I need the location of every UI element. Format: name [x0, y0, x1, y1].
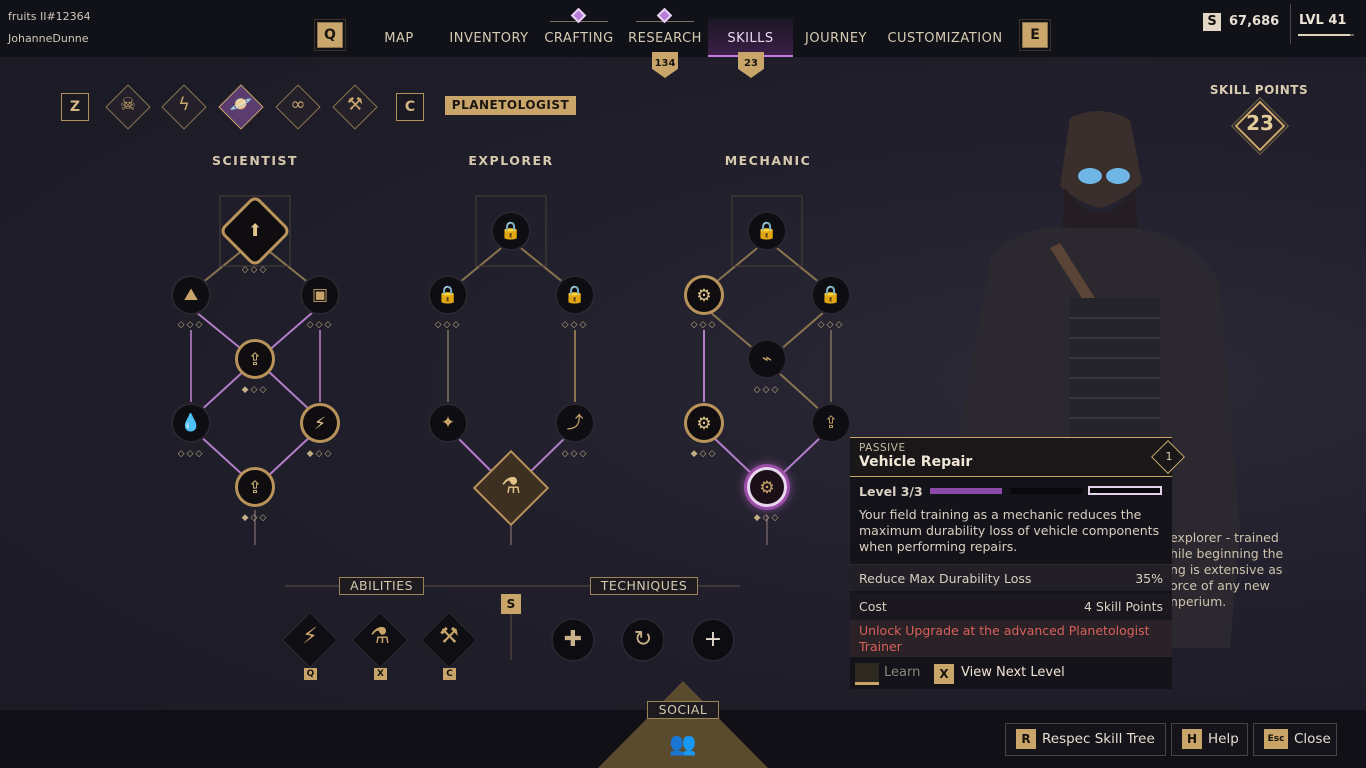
node-dots: ◆◇◇: [753, 513, 781, 523]
technique-add-icon[interactable]: +: [691, 618, 735, 662]
help-label: Help: [1208, 731, 1239, 747]
level-bar-3: [1088, 486, 1162, 495]
respec-label: Respec Skill Tree: [1042, 731, 1155, 747]
scientist-node-crate[interactable]: ▣: [300, 275, 340, 315]
close-label: Close: [1294, 731, 1331, 747]
skill-points-label: SKILL POINTS: [1209, 83, 1309, 97]
node-dots: ◆◇◇: [690, 449, 718, 459]
description-line: nperium.: [1170, 594, 1227, 609]
ability-1-icon: ⚡: [302, 624, 318, 649]
tooltip-description: Your field training as a mechanic reduce…: [859, 507, 1160, 554]
description-line: ng is extensive as: [1170, 562, 1283, 577]
tooltip-warning: Unlock Upgrade at the advanced Planetolo…: [850, 620, 1172, 657]
skill-tooltip: PASSIVE Vehicle Repair 1 Level 3/3 Your …: [850, 437, 1185, 689]
node-dots: ◇◇◇: [817, 320, 845, 330]
explorer-node-compass[interactable]: ✦: [428, 403, 468, 443]
ability-3-icon: ⚒: [439, 624, 459, 649]
description-line: hile beginning the: [1170, 546, 1284, 561]
scientist-root-dots: ◇◇◇: [241, 265, 269, 275]
vehicle-repair-node[interactable]: ⚙: [747, 467, 787, 507]
technique-heal-icon[interactable]: ✚: [551, 618, 595, 662]
ability-1-key: Q: [304, 668, 317, 680]
explorer-node-locked-right[interactable]: 🔒: [555, 275, 595, 315]
mechanic-root-node[interactable]: 🔒: [747, 211, 787, 251]
learn-button[interactable]: Learn: [884, 665, 920, 680]
tooltip-type: PASSIVE: [859, 442, 906, 454]
learn-key-icon: [855, 663, 879, 685]
social-label: SOCIAL: [647, 701, 719, 719]
node-dots: ◇◇◇: [561, 320, 589, 330]
skill-points-value: 23: [1246, 111, 1274, 135]
mechanic-node-signal[interactable]: ⌁: [747, 339, 787, 379]
mechanic-node-gear[interactable]: ⚙: [684, 403, 724, 443]
view-next-level-button[interactable]: View Next Level: [961, 665, 1065, 680]
level-bar-1: [930, 488, 1002, 494]
node-dots: ◇◇◇: [177, 449, 205, 459]
mechanic-node-tools[interactable]: ⚙: [684, 275, 724, 315]
ability-2-key: X: [374, 668, 387, 680]
node-dots: ◇◇◇: [690, 320, 718, 330]
close-button[interactable]: Esc Close: [1253, 723, 1337, 756]
tooltip-cost-row: Cost 4 Skill Points: [850, 593, 1172, 620]
description-line: explorer - trained: [1170, 530, 1279, 545]
node-dots: ◇◇◇: [177, 320, 205, 330]
tooltip-title: Vehicle Repair: [859, 454, 973, 470]
specialization-description: explorer - trained hile beginning the ng…: [1170, 530, 1288, 610]
cost-value: 4 Skill Points: [1083, 599, 1163, 614]
stat-label: Reduce Max Durability Loss: [859, 571, 1032, 586]
cost-label: Cost: [859, 599, 887, 614]
social-icon: 👥: [669, 732, 697, 757]
scientist-node-upgrade[interactable]: ⇪: [235, 339, 275, 379]
help-key: H: [1182, 729, 1202, 749]
scientist-node-water[interactable]: 💧: [171, 403, 211, 443]
explorer-node-climb[interactable]: ⤴: [555, 403, 595, 443]
scientist-node-boost[interactable]: ⇪: [235, 467, 275, 507]
node-dots: ◆◇◇: [306, 449, 334, 459]
node-dots: ◇◇◇: [561, 449, 589, 459]
explorer-node-locked-left[interactable]: 🔒: [428, 275, 468, 315]
stat-value: 35%: [1135, 571, 1163, 586]
mechanic-node-upgrade[interactable]: ⇪: [811, 403, 851, 443]
capstone-icon: ⚗: [501, 474, 521, 499]
ability-2-icon: ⚗: [370, 624, 390, 649]
respec-key: R: [1016, 729, 1036, 749]
scientist-node-energy[interactable]: ⚡: [300, 403, 340, 443]
node-dots: ◆◇◇: [241, 385, 269, 395]
ability-3-key: C: [443, 668, 456, 680]
description-line: orce of any new: [1170, 578, 1270, 593]
node-dots: ◆◇◇: [241, 513, 269, 523]
tooltip-body: Level 3/3 Your field training as a mecha…: [850, 477, 1172, 689]
close-key: Esc: [1264, 729, 1288, 749]
tooltip-header: PASSIVE Vehicle Repair 1: [850, 437, 1185, 477]
node-dots: ◇◇◇: [753, 385, 781, 395]
tooltip-tier: 1: [1165, 450, 1173, 463]
level-text: Level 3/3: [859, 484, 923, 499]
technique-cycle-icon[interactable]: ↻: [621, 618, 665, 662]
scientist-node-terrain[interactable]: ⛰: [171, 275, 211, 315]
tooltip-stat-row: Reduce Max Durability Loss 35%: [850, 564, 1172, 591]
node-dots: ◇◇◇: [306, 320, 334, 330]
mechanic-node-locked[interactable]: 🔒: [811, 275, 851, 315]
abilities-toggle-key[interactable]: S: [501, 594, 521, 614]
abilities-label: ABILITIES: [339, 577, 424, 595]
respec-skill-tree-button[interactable]: R Respec Skill Tree: [1005, 723, 1166, 756]
view-next-key: X: [934, 664, 954, 684]
explorer-root-node[interactable]: 🔒: [491, 211, 531, 251]
node-dots: ◇◇◇: [434, 320, 462, 330]
level-bar-2: [1010, 488, 1082, 494]
help-button[interactable]: H Help: [1171, 723, 1248, 756]
techniques-label: TECHNIQUES: [590, 577, 698, 595]
